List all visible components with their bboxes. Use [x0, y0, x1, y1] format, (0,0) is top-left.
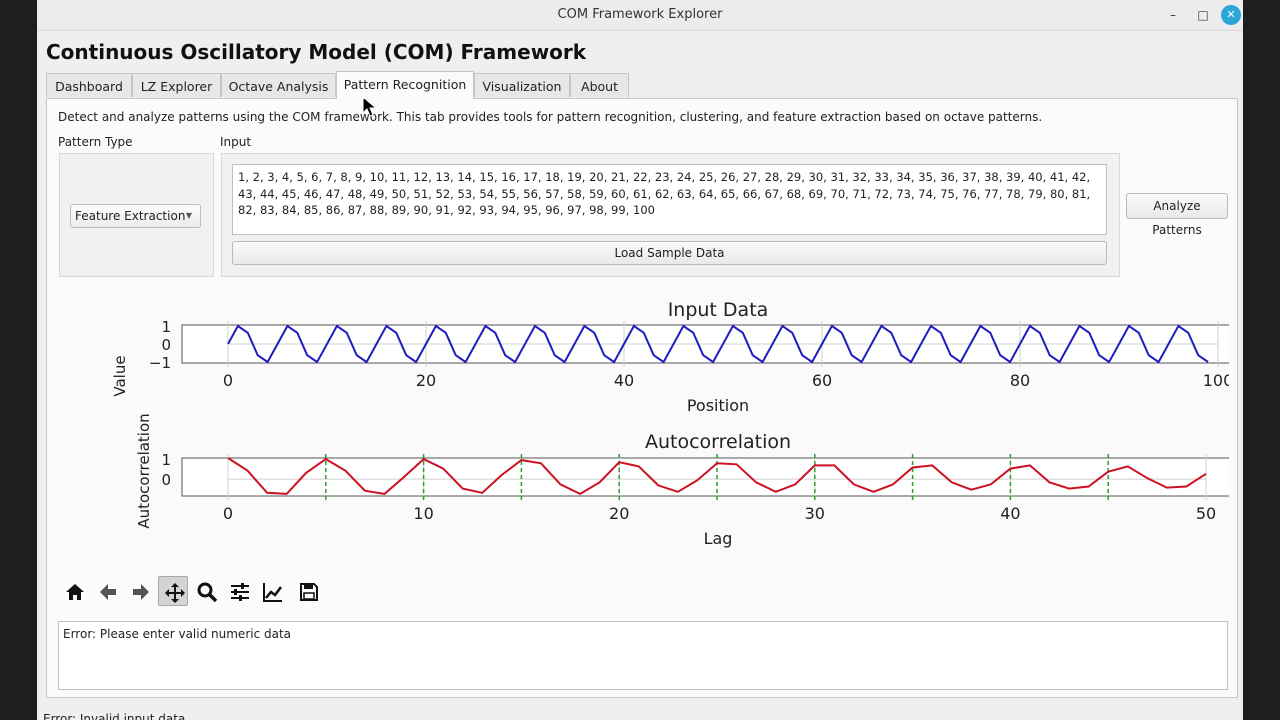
input-ytick-0: 0 — [161, 336, 171, 354]
x-tick-label: 10 — [413, 504, 433, 523]
configure-subplots-icon[interactable] — [224, 576, 254, 606]
x-tick-label: 40 — [614, 371, 634, 390]
app-window: COM Framework Explorer – □ ✕ Continuous … — [37, 0, 1243, 720]
autocorr-ytick-1: 1 — [161, 451, 171, 469]
analyze-patterns-button[interactable]: Analyze Patterns — [1126, 193, 1228, 237]
plot-svg: 0 20 40 60 80 100 Value 1 0 −1 Input Data Pos… — [111, 299, 1243, 548]
input-xlabel: Position — [687, 396, 749, 415]
mouse-cursor-icon — [362, 95, 378, 122]
close-icon[interactable]: ✕ — [1221, 5, 1241, 25]
input-ylabel: Value — [111, 355, 129, 396]
maximize-icon[interactable]: □ — [1193, 5, 1213, 25]
x-tick-label: 0 — [223, 504, 233, 523]
pattern-type-value: Feature Extraction — [75, 209, 186, 223]
x-tick-label: 100 — [1203, 371, 1229, 390]
x-tick-label: 40 — [1000, 504, 1020, 523]
page-title: Continuous Oscillatory Model (COM) Frame… — [46, 40, 587, 64]
x-tick-label: 20 — [416, 371, 436, 390]
tab-about[interactable]: About — [570, 73, 629, 97]
chevron-down-icon: ▼ — [185, 211, 192, 220]
tab-pattern-recognition[interactable]: Pattern Recognition — [336, 71, 474, 99]
back-arrow-icon[interactable] — [92, 576, 122, 606]
autocorr-plot-frame — [181, 457, 1243, 497]
home-icon[interactable] — [59, 576, 89, 606]
status-bar-text: Error: Invalid input data — [43, 712, 186, 720]
x-tick-label: 80 — [1010, 371, 1030, 390]
x-tick-label: 0 — [223, 371, 233, 390]
tab-dashboard[interactable]: Dashboard — [46, 73, 132, 97]
autocorr-xlabel: Lag — [704, 529, 733, 548]
minimize-icon[interactable]: – — [1163, 5, 1183, 25]
input-ytick-neg1: −1 — [149, 354, 171, 372]
save-icon[interactable] — [293, 576, 323, 606]
pan-icon[interactable] — [158, 576, 188, 606]
x-tick-label: 20 — [609, 504, 629, 523]
output-log[interactable]: Error: Please enter valid numeric data — [58, 621, 1228, 690]
x-tick-label: 30 — [805, 504, 825, 523]
autocorr-ylabel: Autocorrelation — [135, 413, 153, 528]
tab-visualization[interactable]: Visualization — [474, 73, 570, 97]
input-chart-title: Input Data — [668, 299, 769, 321]
tab-lz-explorer[interactable]: LZ Explorer — [132, 73, 221, 97]
input-label: Input — [220, 135, 252, 149]
title-bar: COM Framework Explorer – □ ✕ — [37, 0, 1243, 31]
autocorr-ytick-0: 0 — [161, 471, 171, 489]
pattern-type-label: Pattern Type — [58, 135, 133, 149]
autocorr-chart-title: Autocorrelation — [645, 431, 791, 453]
tab-description: Detect and analyze patterns using the CO… — [58, 110, 1043, 124]
input-data-textarea[interactable]: 1, 2, 3, 4, 5, 6, 7, 8, 9, 10, 11, 12, 1… — [232, 164, 1107, 235]
plot-canvas[interactable]: 0 20 40 60 80 100 Value 1 0 −1 Input Data Pos… — [57, 283, 1243, 568]
window-title: COM Framework Explorer — [557, 7, 723, 22]
x-tick-label: 50 — [1196, 504, 1216, 523]
tab-octave-analysis[interactable]: Octave Analysis — [221, 73, 336, 97]
zoom-icon[interactable] — [191, 576, 221, 606]
load-sample-data-button[interactable]: Load Sample Data — [232, 241, 1107, 265]
x-tick-label: 60 — [812, 371, 832, 390]
input-ytick-1: 1 — [161, 318, 171, 336]
pattern-recognition-panel: Detect and analyze patterns using the CO… — [46, 98, 1243, 698]
pattern-type-select[interactable]: Feature Extraction ▼ — [70, 204, 201, 228]
edit-axis-icon[interactable] — [257, 576, 287, 606]
forward-arrow-icon[interactable] — [125, 576, 155, 606]
